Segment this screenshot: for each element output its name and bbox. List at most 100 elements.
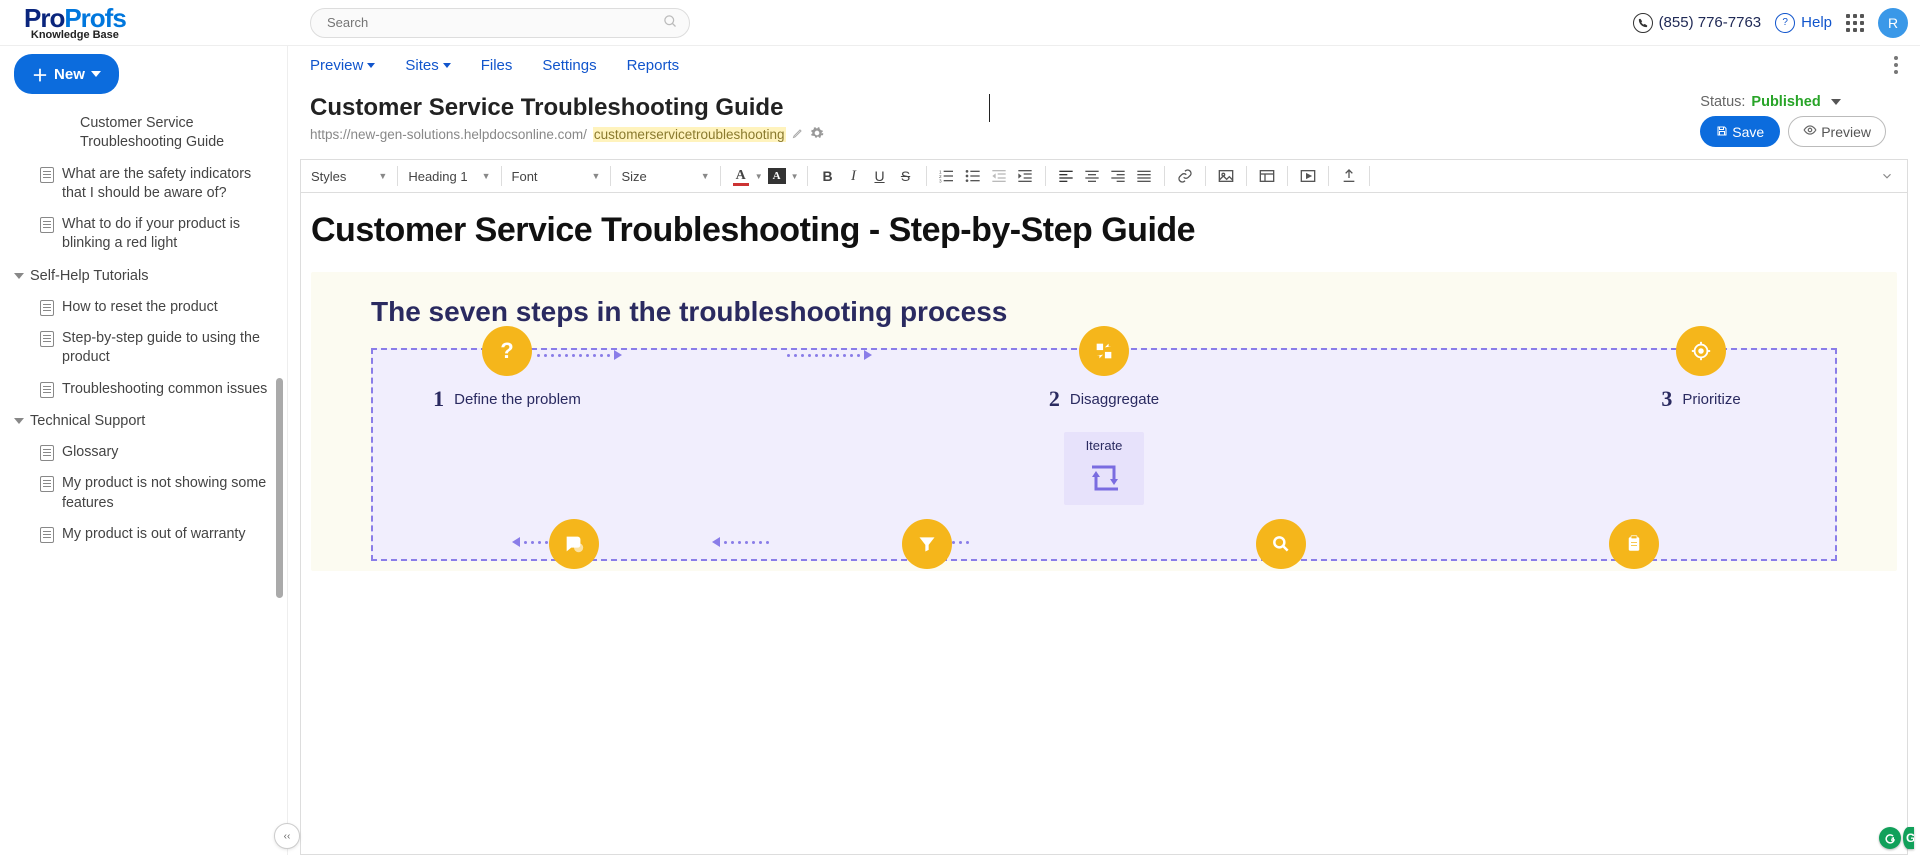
grammarly-icon[interactable]: G [1903, 827, 1914, 849]
tree-group[interactable]: Technical Support [0, 405, 287, 437]
preview-button[interactable]: Preview [1788, 116, 1886, 147]
link-button[interactable] [1173, 164, 1197, 188]
align-right-button[interactable] [1106, 164, 1130, 188]
align-center-button[interactable] [1080, 164, 1104, 188]
tree-item[interactable]: Glossary [0, 437, 287, 468]
tree-scrollbar[interactable] [276, 148, 283, 841]
grammarly-badges[interactable]: G [1879, 827, 1914, 849]
doc-icon [40, 217, 54, 233]
status-row[interactable]: Status: Published [1700, 94, 1840, 110]
new-button-label: New [54, 66, 85, 83]
tree-item[interactable]: How to reset the product [0, 292, 287, 323]
menu-reports[interactable]: Reports [627, 57, 680, 74]
logo[interactable]: ProProfs Knowledge Base [24, 5, 126, 41]
step [1544, 519, 1724, 559]
help-link[interactable]: ? Help [1775, 13, 1832, 33]
italic-button[interactable]: I [842, 164, 866, 188]
tree-label: My product is not showing some features [62, 474, 277, 513]
doc-heading[interactable]: Customer Service Troubleshooting - Step-… [311, 211, 1897, 250]
tree-item[interactable]: Customer Service Troubleshooting Guide [0, 108, 287, 159]
expand-toolbar-button[interactable] [1875, 164, 1899, 188]
kebab-menu[interactable] [1894, 56, 1898, 74]
underline-button[interactable]: U [868, 164, 892, 188]
collapse-sidebar-button[interactable]: ‹‹ [274, 823, 300, 849]
tree-group-label: Technical Support [30, 413, 145, 429]
editor-area[interactable]: Customer Service Troubleshooting - Step-… [300, 193, 1908, 855]
bold-button[interactable]: B [816, 164, 840, 188]
phone-number: (855) 776-7763 [1659, 14, 1762, 31]
url-slug[interactable]: customerservicetroubleshooting [593, 127, 786, 142]
styles-select[interactable]: Styles▼ [309, 165, 389, 188]
new-button[interactable]: ＋ New [14, 54, 119, 94]
align-left-button[interactable] [1054, 164, 1078, 188]
save-icon [1716, 124, 1728, 140]
bullet-list-button[interactable] [961, 164, 985, 188]
shuffle-icon [1079, 326, 1129, 376]
tree-label: Customer Service Troubleshooting Guide [80, 114, 277, 153]
page-header: https://new-gen-solutions.helpdocsonline… [288, 84, 1920, 153]
step: 2Disaggregate [1014, 350, 1194, 412]
funnel-icon [902, 519, 952, 569]
tree-item[interactable]: Troubleshooting common issues [0, 374, 287, 405]
align-justify-button[interactable] [1132, 164, 1156, 188]
size-select[interactable]: Size▼ [619, 165, 711, 188]
status-label: Status: [1700, 94, 1745, 110]
menu-settings[interactable]: Settings [542, 57, 596, 74]
phone-icon [1633, 13, 1653, 33]
tree-label: What are the safety indicators that I sh… [62, 165, 277, 204]
search-input[interactable] [310, 8, 690, 38]
doc-icon [40, 331, 54, 347]
numbered-list-button[interactable]: 123 [935, 164, 959, 188]
svg-text:3: 3 [939, 179, 942, 184]
nav-tree[interactable]: Customer Service Troubleshooting Guide W… [0, 102, 287, 855]
sidebar: ＋ New Customer Service Troubleshooting G… [0, 46, 288, 855]
target-icon [1676, 326, 1726, 376]
doc-icon [40, 382, 54, 398]
tree-item[interactable]: My product is not showing some features [0, 468, 287, 519]
phone-link[interactable]: (855) 776-7763 [1633, 13, 1762, 33]
url-prefix: https://new-gen-solutions.helpdocsonline… [310, 127, 587, 142]
tree-item[interactable]: What are the safety indicators that I sh… [0, 159, 287, 210]
doc-icon [40, 300, 54, 316]
upload-button[interactable] [1337, 164, 1361, 188]
clipboard-icon [1609, 519, 1659, 569]
tree-item[interactable]: My product is out of warranty [0, 519, 287, 550]
apps-icon[interactable] [1846, 14, 1864, 32]
doc-icon [40, 527, 54, 543]
save-button[interactable]: Save [1700, 116, 1780, 147]
strike-button[interactable]: S [894, 164, 918, 188]
format-select[interactable]: Heading 1▼ [406, 165, 492, 188]
doc-icon [40, 445, 54, 461]
bg-color-button[interactable]: A [765, 164, 789, 188]
video-button[interactable] [1296, 164, 1320, 188]
pencil-icon[interactable] [792, 127, 804, 142]
step [837, 519, 1017, 559]
image-button[interactable] [1214, 164, 1238, 188]
tree-label: Glossary [62, 443, 118, 462]
flow-box: ? 1Define the problem 2Disaggregate [371, 348, 1837, 561]
infographic-title: The seven steps in the troubleshooting p… [371, 296, 1837, 328]
menu-files[interactable]: Files [481, 57, 513, 74]
table-button[interactable] [1255, 164, 1279, 188]
tree-group[interactable]: Self-Help Tutorials [0, 260, 287, 292]
text-color-button[interactable]: A [729, 164, 753, 188]
avatar[interactable]: R [1878, 8, 1908, 38]
menubar: Preview Sites Files Settings Reports [288, 46, 1920, 84]
tree-item[interactable]: Step-by-step guide to using the product [0, 323, 287, 374]
menu-preview[interactable]: Preview [310, 57, 375, 74]
menu-sites[interactable]: Sites [405, 57, 450, 74]
tree-item[interactable]: What to do if your product is blinking a… [0, 209, 287, 260]
gear-icon[interactable] [810, 126, 824, 143]
outdent-button[interactable] [987, 164, 1011, 188]
tree-label: Step-by-step guide to using the product [62, 329, 277, 368]
doc-icon [40, 476, 54, 492]
cycle-icon [1084, 459, 1124, 495]
help-icon: ? [1775, 13, 1795, 33]
step: ? 1Define the problem [417, 350, 597, 412]
grammarly-icon[interactable] [1879, 827, 1901, 849]
search-wrap [310, 8, 690, 38]
page-title-input[interactable] [310, 94, 990, 122]
indent-button[interactable] [1013, 164, 1037, 188]
font-select[interactable]: Font▼ [510, 165, 603, 188]
preview-label: Preview [1821, 124, 1871, 140]
